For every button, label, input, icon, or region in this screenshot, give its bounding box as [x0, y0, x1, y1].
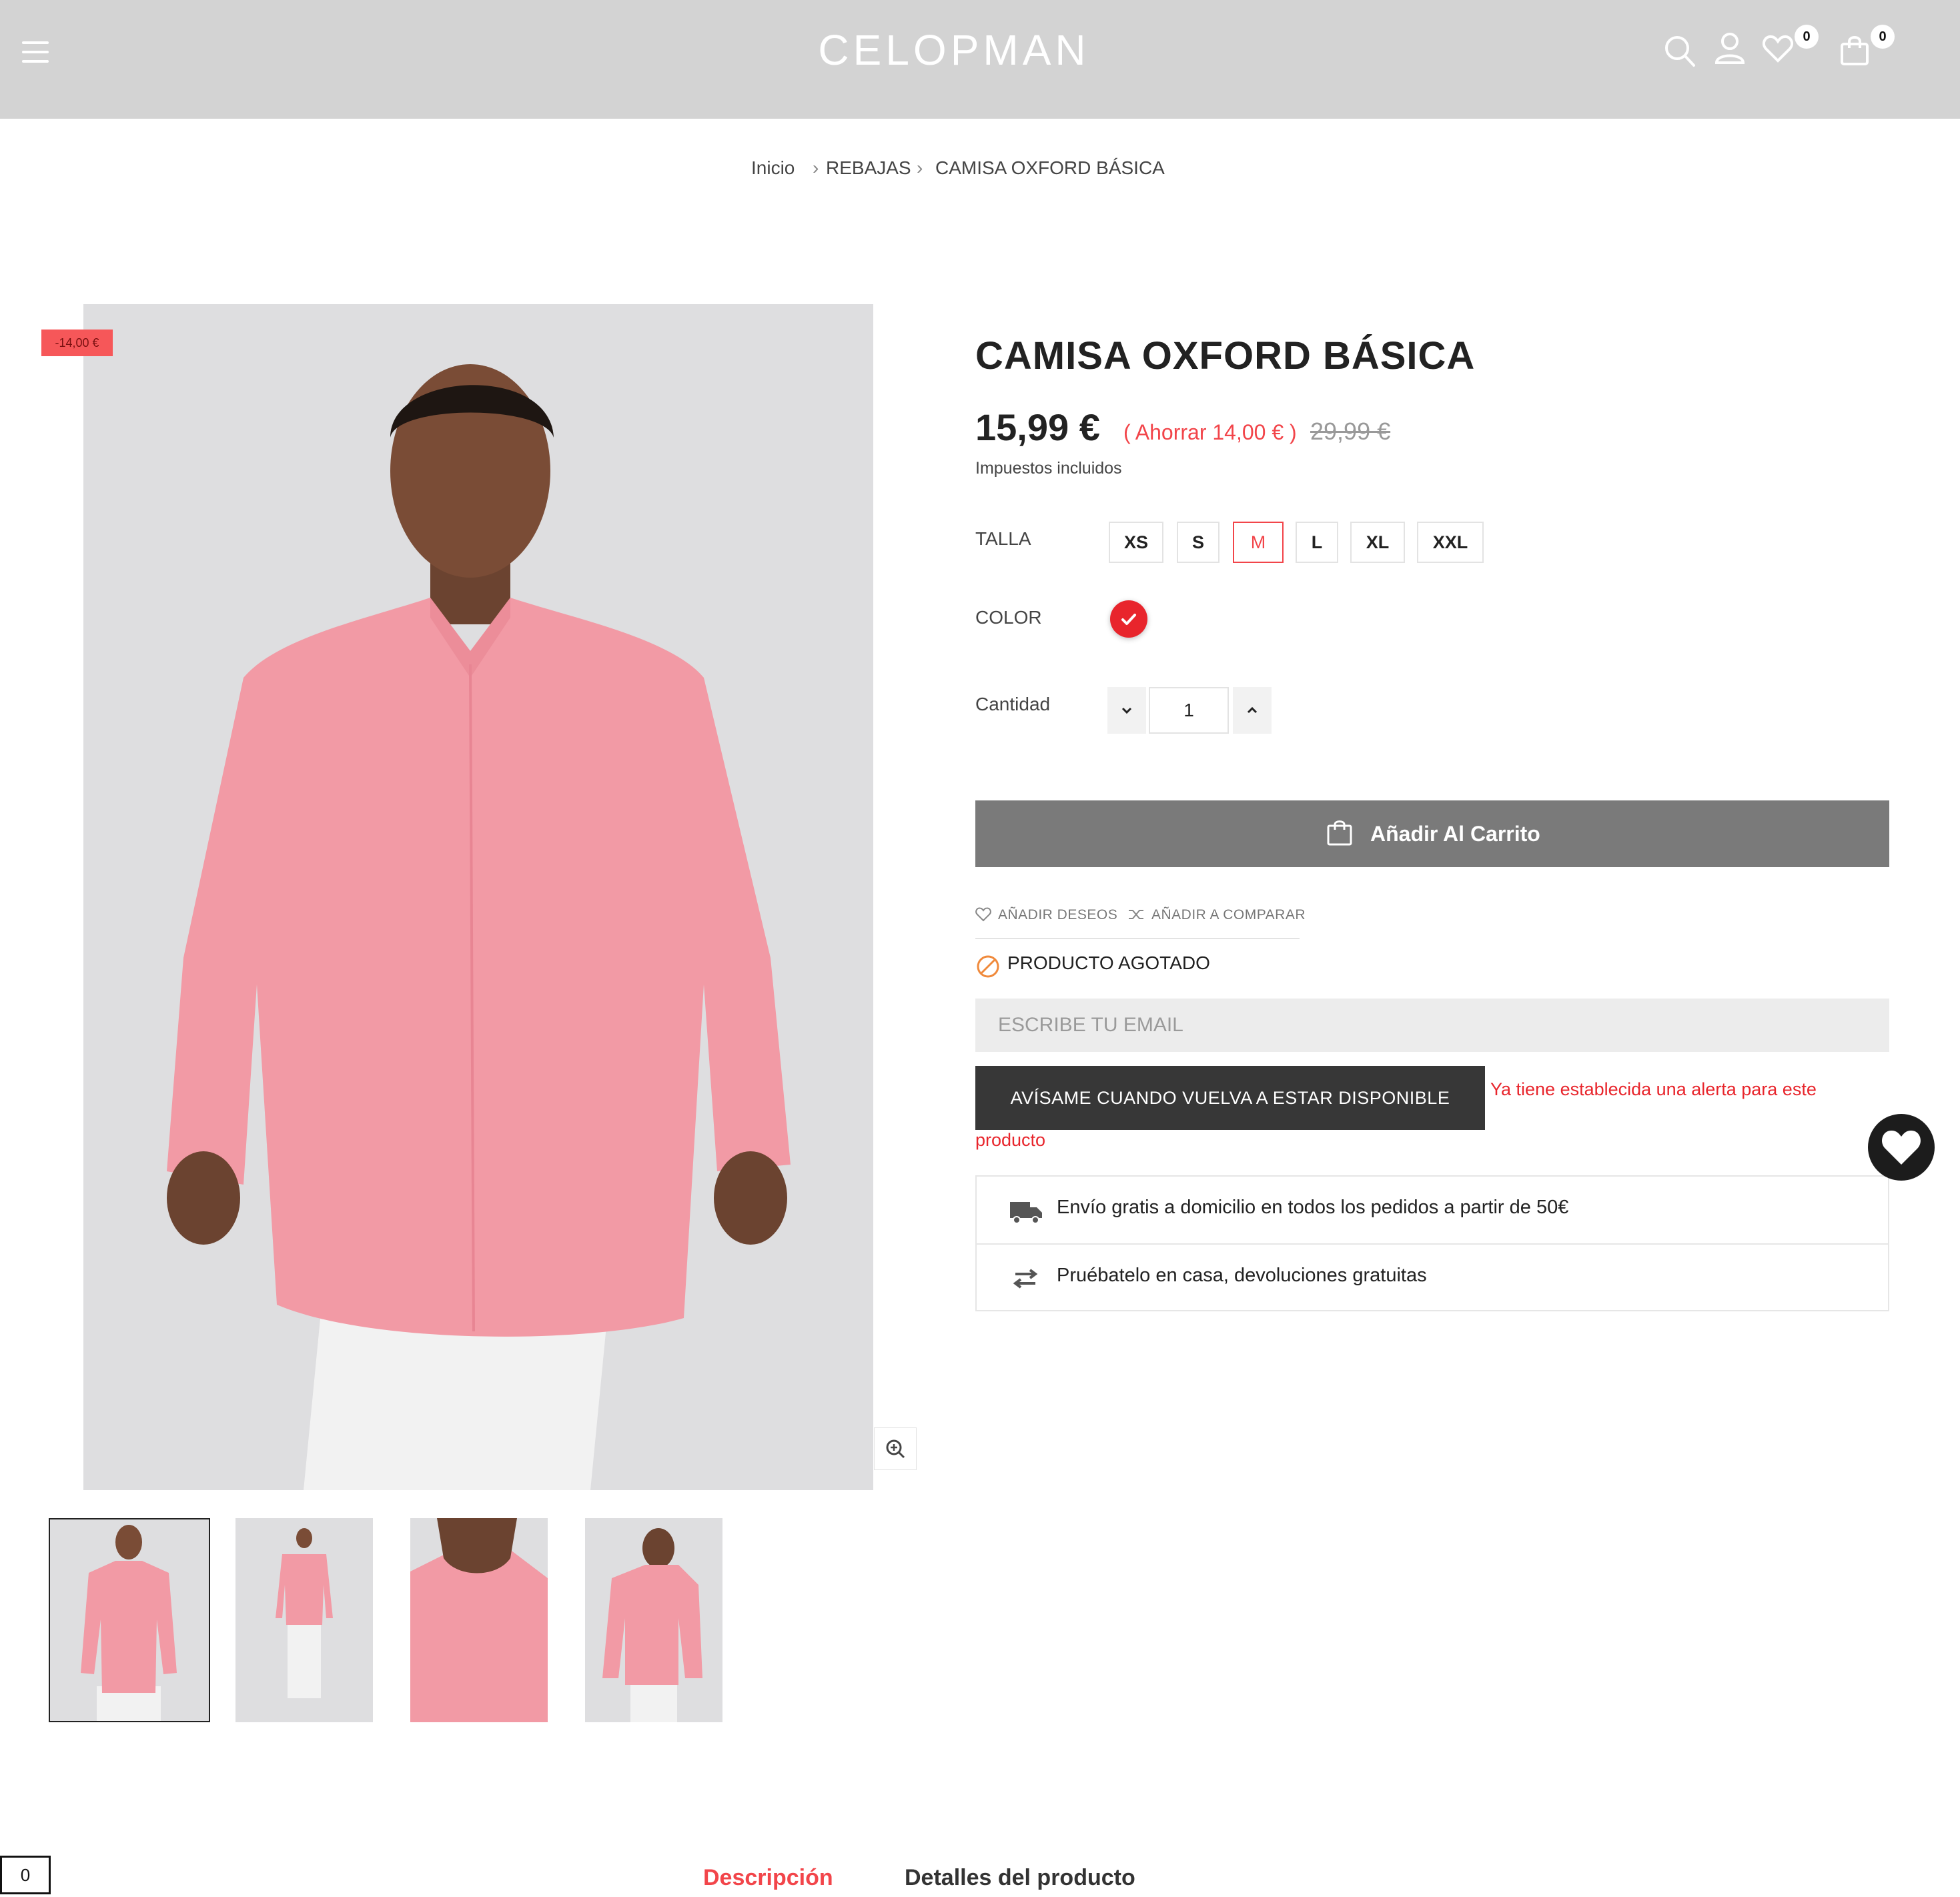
chevron-right-icon: › — [917, 157, 923, 178]
tab-product-details[interactable]: Detalles del producto — [905, 1865, 1135, 1891]
chevron-down-icon — [1121, 707, 1132, 714]
old-price: 29,99 € — [1310, 418, 1391, 445]
benefit-row: Pruébatelo en casa, devoluciones gratuit… — [977, 1245, 1888, 1311]
tax-note: Impuestos incluidos — [975, 459, 1122, 478]
heart-icon[interactable] — [1763, 35, 1793, 63]
breadcrumb-category[interactable]: REBAJAS — [826, 157, 911, 179]
product-thumbnail[interactable] — [410, 1518, 548, 1722]
discount-badge: -14,00 € — [41, 330, 113, 356]
notify-me-button[interactable]: AVÍSAME CUANDO VUELVA A ESTAR DISPONIBLE — [975, 1066, 1485, 1130]
site-logo[interactable]: CELOPMAN — [801, 25, 1107, 75]
product-title: CAMISA OXFORD BÁSICA — [975, 334, 1476, 378]
benefit-row: Envío gratis a domicilio en todos los pe… — [977, 1177, 1888, 1243]
quantity-increase-button[interactable] — [1233, 687, 1272, 734]
size-option-s[interactable]: S — [1177, 522, 1219, 563]
checkmark-icon — [1121, 614, 1136, 625]
zoom-button[interactable] — [874, 1427, 917, 1470]
shuffle-icon — [1129, 910, 1143, 919]
user-icon[interactable] — [1714, 32, 1745, 64]
size-label: TALLA — [975, 528, 1031, 549]
product-thumbnail[interactable] — [585, 1518, 722, 1722]
benefits-box: Envío gratis a domicilio en todos los pe… — [975, 1175, 1889, 1311]
add-to-compare-link[interactable]: AÑADIR A COMPARAR — [1151, 907, 1306, 923]
floating-wishlist-button[interactable] — [1868, 1114, 1935, 1181]
cart-count-badge: 0 — [1871, 25, 1895, 49]
breadcrumb-current: CAMISA OXFORD BÁSICA — [935, 157, 1165, 178]
size-option-xl[interactable]: XL — [1350, 522, 1405, 563]
shopping-bag-icon[interactable] — [1840, 35, 1869, 65]
add-to-wishlist-link[interactable]: AÑADIR DESEOS — [998, 907, 1117, 923]
search-icon[interactable] — [1664, 35, 1696, 68]
quantity-input[interactable]: 1 — [1149, 687, 1229, 734]
size-option-m[interactable]: M — [1233, 522, 1284, 563]
benefit-text: Pruébatelo en casa, devoluciones gratuit… — [1057, 1265, 1427, 1286]
savings-text: ( Ahorrar 14,00 € ) — [1123, 420, 1297, 444]
quantity-label: Cantidad — [975, 694, 1051, 714]
wishlist-count-badge: 0 — [1795, 25, 1819, 49]
notify-email-input[interactable] — [975, 999, 1889, 1052]
chevron-right-icon: › — [813, 157, 819, 178]
counter-widget[interactable]: 0 — [0, 1856, 51, 1894]
breadcrumb: Inicio › REBAJAS › CAMISA OXFORD BÁSICA — [0, 157, 1960, 184]
benefit-text: Envío gratis a domicilio en todos los pe… — [1057, 1197, 1569, 1218]
add-to-cart-button[interactable]: Añadir Al Carrito — [975, 800, 1889, 867]
product-thumbnail[interactable] — [49, 1518, 210, 1722]
color-label: COLOR — [975, 607, 1042, 628]
stock-status: PRODUCTO AGOTADO — [1007, 953, 1210, 973]
exchange-arrows-icon — [1013, 1269, 1038, 1289]
size-option-l[interactable]: L — [1296, 522, 1338, 563]
alert-message: Ya tiene establecida una alerta para est… — [1490, 1079, 1817, 1099]
zoom-in-icon — [886, 1439, 905, 1459]
size-option-xxl[interactable]: XXL — [1417, 522, 1484, 563]
product-price: 15,99 € — [975, 406, 1100, 448]
unavailable-icon — [977, 955, 999, 978]
shopping-bag-icon — [1327, 820, 1352, 846]
menu-icon[interactable] — [22, 41, 49, 64]
breadcrumb-home[interactable]: Inicio — [751, 157, 795, 179]
quantity-decrease-button[interactable] — [1107, 687, 1146, 734]
heart-outline-icon — [975, 907, 991, 922]
truck-icon — [1010, 1202, 1042, 1224]
divider — [975, 938, 1300, 939]
alert-message-continued: producto — [975, 1130, 1046, 1150]
site-header: CELOPMAN 0 0 — [0, 0, 1960, 119]
size-option-xs[interactable]: XS — [1109, 522, 1163, 563]
heart-icon — [1882, 1130, 1921, 1165]
tab-description[interactable]: Descripción — [703, 1865, 833, 1891]
chevron-up-icon — [1247, 706, 1258, 714]
add-to-cart-label: Añadir Al Carrito — [1370, 822, 1540, 846]
product-main-image[interactable] — [83, 304, 873, 1490]
product-thumbnail[interactable] — [235, 1518, 373, 1722]
color-swatch-red[interactable] — [1110, 600, 1147, 638]
